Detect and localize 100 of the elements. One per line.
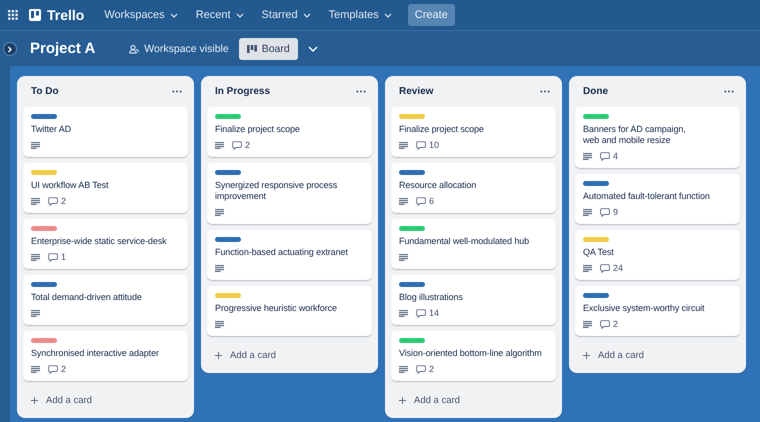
task-card[interactable]: Fundamental well-modulated hub <box>391 219 556 269</box>
card-title: Function-based actuating extranet <box>215 247 349 258</box>
comment-count: 4 <box>613 151 618 161</box>
list-title[interactable]: To Do <box>31 86 59 97</box>
caret-icon <box>236 12 244 18</box>
comment-icon <box>416 308 426 318</box>
description-icon <box>31 198 40 204</box>
card-title: Total demand-driven attitude <box>31 292 143 303</box>
plus-icon <box>583 352 590 359</box>
nav-menu[interactable]: Starred <box>256 5 317 25</box>
comment-icon <box>48 252 58 262</box>
task-card[interactable]: Banners for AD campaign, web and mobile resize 4 <box>575 107 740 168</box>
comment-count: 2 <box>61 196 66 206</box>
card-title: Banners for AD campaign, web and mobile resize <box>583 124 687 146</box>
comment-icon <box>416 364 426 374</box>
add-card-button[interactable]: Add a card <box>391 387 468 412</box>
more-icon[interactable] <box>540 90 550 93</box>
card-title: Automated fault-tolerant function <box>583 191 711 202</box>
visibility-button[interactable]: Workspace visible <box>125 38 233 58</box>
description-icon <box>583 208 592 216</box>
task-card[interactable]: Resource allocation 6 <box>391 163 556 213</box>
board-icon <box>246 44 257 52</box>
task-card[interactable]: Progressive heuristic workforce <box>207 286 372 336</box>
logo-icon <box>29 9 41 21</box>
comment-count: 24 <box>613 263 624 273</box>
card-title: Twitter AD <box>31 124 72 135</box>
comment-icon <box>416 140 426 150</box>
card-title: Blog illustrations <box>399 292 464 303</box>
task-card[interactable]: UI workflow AB Test 2 <box>23 163 188 213</box>
card-title: Vision-oriented bottom-line algorithm <box>399 348 543 359</box>
comment-count: 9 <box>613 207 618 217</box>
task-card[interactable]: Synchronised interactive adapter 2 <box>23 331 188 381</box>
comment-icon <box>600 208 610 216</box>
task-card[interactable]: Enterprise-wide static service-desk 1 <box>23 219 188 269</box>
task-card[interactable]: Function-based actuating extranet <box>207 230 372 280</box>
description-icon <box>399 142 408 148</box>
caret-icon <box>302 12 311 18</box>
list-title[interactable]: Review <box>399 86 434 97</box>
add-card-button[interactable]: Add a card <box>575 342 652 367</box>
caret-icon <box>170 12 178 18</box>
comment-count: 2 <box>61 364 66 374</box>
card-title: Finalize project scope <box>399 124 485 135</box>
card-title: Progressive heuristic workforce <box>215 303 338 314</box>
brand-name[interactable]: Trello <box>47 7 84 23</box>
nav-menu[interactable]: Templates <box>322 5 398 25</box>
add-card-button[interactable]: Add a card <box>23 387 100 412</box>
description-icon <box>215 320 224 328</box>
card-title: Resource allocation <box>399 180 478 191</box>
nav-menu[interactable]: Recent <box>190 5 250 25</box>
card-title: UI workflow AB Test <box>31 180 110 191</box>
plus-icon <box>31 397 38 404</box>
add-card-button[interactable]: Add a card <box>207 342 284 367</box>
task-card[interactable]: Exclusive system-worthy circuit 2 <box>575 286 740 336</box>
card-title: Enterprise-wide static service-desk <box>31 236 168 247</box>
people-icon <box>129 44 140 54</box>
list-title[interactable]: Done <box>583 86 608 97</box>
chevron-icon <box>7 46 13 52</box>
comment-icon <box>600 264 610 272</box>
more-icon[interactable] <box>172 90 182 93</box>
description-icon <box>583 320 592 328</box>
sidebar-toggle-button[interactable] <box>3 42 17 56</box>
more-icon[interactable] <box>356 90 366 93</box>
app-grid-icon[interactable] <box>8 10 18 20</box>
board-title[interactable]: Project A <box>30 40 96 57</box>
task-card[interactable]: Finalize project scope 10 <box>391 107 556 157</box>
comment-icon <box>48 364 58 374</box>
comment-icon <box>232 140 242 150</box>
comment-icon <box>416 196 426 206</box>
task-card[interactable]: Synergized responsive process improvement <box>207 163 372 224</box>
description-icon <box>31 142 40 148</box>
caret-icon[interactable] <box>308 46 318 52</box>
list-title[interactable]: In Progress <box>215 86 270 97</box>
task-card[interactable]: Finalize project scope 2 <box>207 107 372 157</box>
comment-icon <box>600 152 610 160</box>
task-card[interactable]: Automated fault-tolerant function 9 <box>575 174 740 224</box>
comment-count: 10 <box>429 140 440 150</box>
card-title: Synergized responsive process improvement <box>215 180 338 202</box>
description-icon <box>399 254 408 260</box>
more-icon[interactable] <box>724 90 734 93</box>
comment-count: 2 <box>613 319 618 329</box>
comment-count: 14 <box>429 308 440 318</box>
task-card[interactable]: Twitter AD <box>23 107 188 157</box>
card-title: Finalize project scope <box>215 124 301 135</box>
comment-icon <box>600 320 610 328</box>
task-card[interactable]: Total demand-driven attitude <box>23 275 188 325</box>
description-icon <box>399 198 408 204</box>
description-icon <box>31 310 40 316</box>
card-title: Exclusive system-worthy circuit <box>583 303 706 314</box>
comment-count: 6 <box>429 196 434 206</box>
board-view-button[interactable]: Board <box>238 38 298 60</box>
description-icon <box>31 366 40 372</box>
task-card[interactable]: Vision-oriented bottom-line algorithm 2 <box>391 331 556 381</box>
description-icon <box>583 264 592 272</box>
comment-icon <box>48 196 58 206</box>
description-icon <box>399 310 408 316</box>
nav-menu[interactable]: Workspaces <box>98 5 184 25</box>
task-card[interactable]: QA Test 24 <box>575 230 740 280</box>
task-card[interactable]: Blog illustrations 14 <box>391 275 556 325</box>
caret-icon <box>384 12 392 18</box>
description-icon <box>215 264 224 272</box>
